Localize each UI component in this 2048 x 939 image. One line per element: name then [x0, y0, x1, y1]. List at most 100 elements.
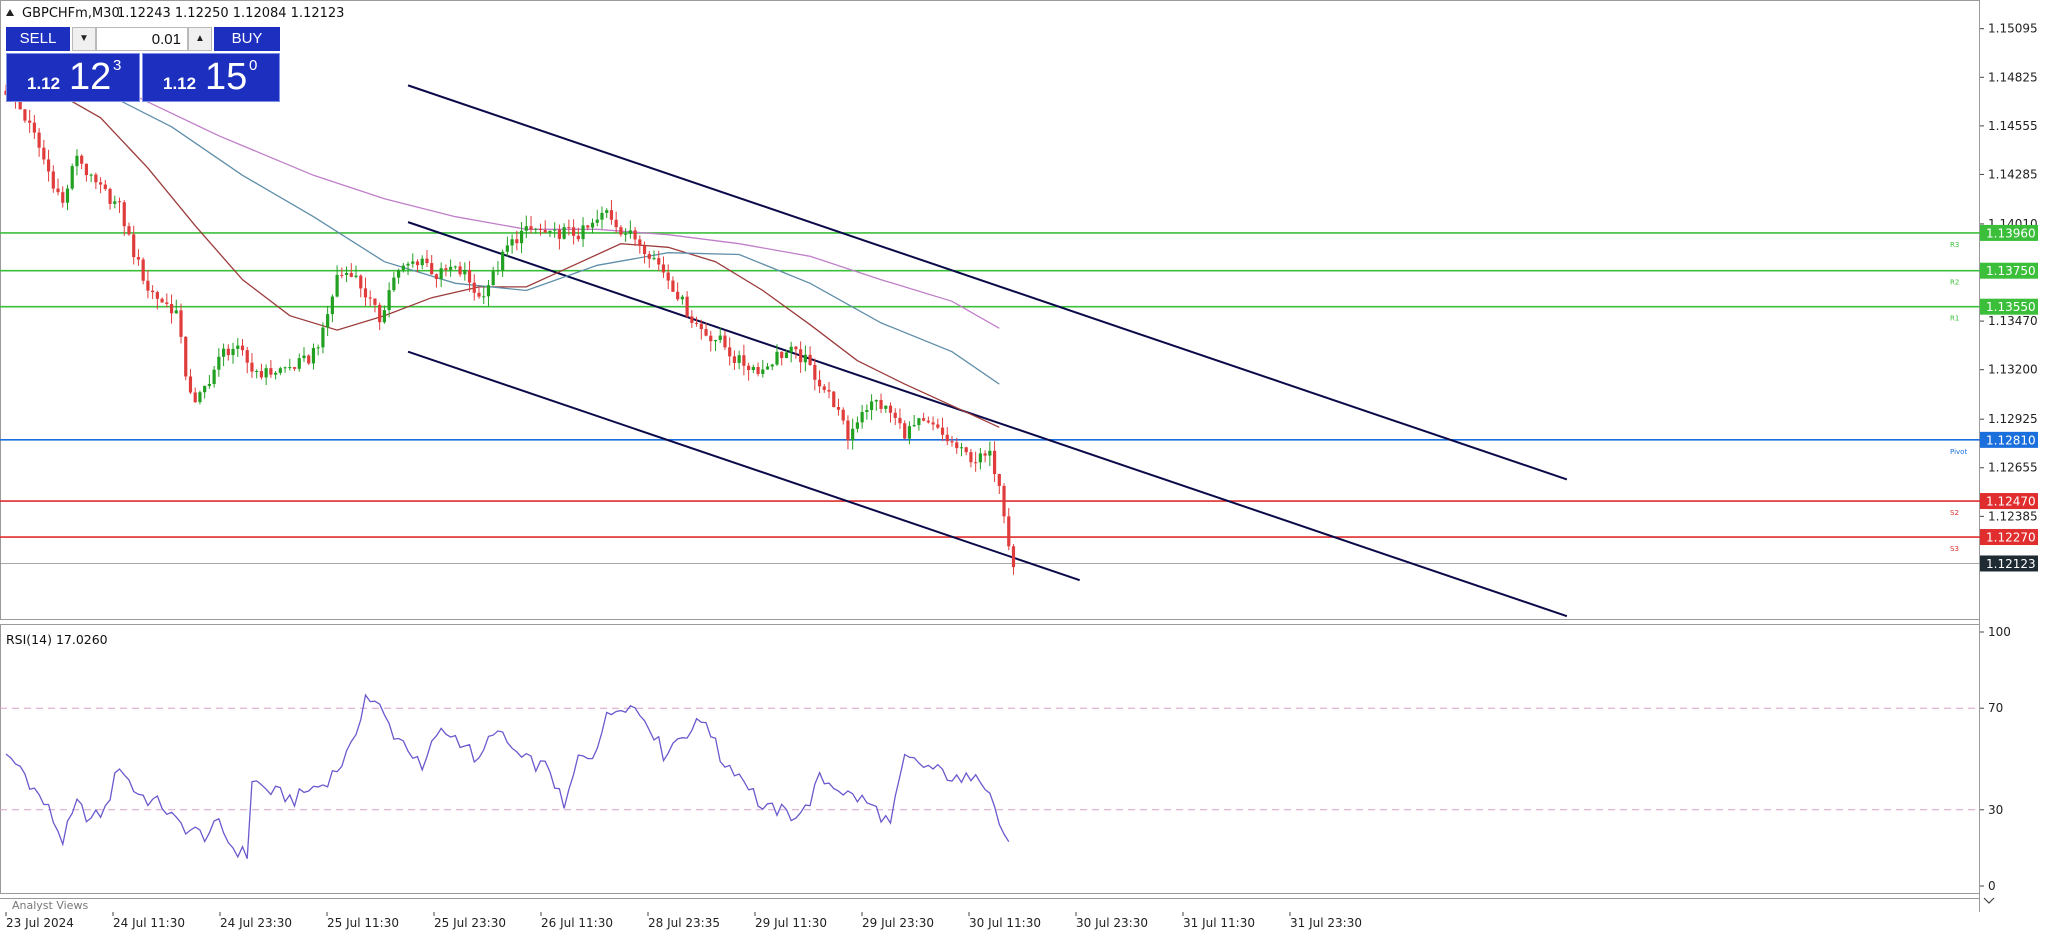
- candle-body-207: [983, 453, 987, 456]
- rsi-pane-border: [0, 624, 1980, 894]
- candle-body-14: [70, 166, 74, 189]
- candle-body-144: [685, 296, 689, 317]
- chart-canvas[interactable]: R3 R2 R1 Pivot S2 S3 1.15095 1.14825 1.14555 1.1…: [0, 0, 2048, 934]
- candle-body-88: [420, 258, 424, 266]
- candle-body-114: [543, 230, 547, 233]
- candle-body-49: [236, 345, 240, 349]
- candle-body-125: [595, 219, 599, 223]
- rsi-tick-label-2: 30: [1988, 803, 2003, 817]
- candle-body-12: [61, 192, 65, 203]
- candle-body-192: [912, 425, 916, 427]
- candle-body-20: [99, 182, 103, 185]
- candle-body-160: [761, 369, 765, 374]
- buy-button[interactable]: BUY: [214, 27, 280, 51]
- candle-body-5: [28, 120, 32, 123]
- candle-body-191: [907, 426, 912, 439]
- candle-body-136: [647, 254, 651, 259]
- candle-body-141: [671, 280, 675, 292]
- time-tick-label-9: 30 Jul 11:30: [969, 916, 1041, 930]
- candle-body-110: [524, 226, 528, 231]
- candle-body-74: [354, 275, 358, 277]
- candle-body-115: [548, 230, 552, 233]
- candle-body-109: [519, 230, 524, 244]
- time-tick-label-1: 24 Jul 11:30: [113, 916, 185, 930]
- candle-body-196: [931, 422, 935, 425]
- candle-body-16: [80, 155, 84, 164]
- sell-price-big: 12: [69, 56, 112, 98]
- candle-body-54: [259, 370, 264, 378]
- candle-body-95: [453, 266, 457, 268]
- candle-body-36: [174, 310, 178, 314]
- candle-body-52: [250, 362, 254, 372]
- candle-body-21: [103, 184, 107, 189]
- candle-body-175: [832, 391, 836, 408]
- collapse-triangle-icon[interactable]: [6, 9, 14, 16]
- candle-body-28: [136, 257, 141, 260]
- candle-body-133: [633, 230, 637, 240]
- candle-body-85: [406, 263, 410, 266]
- candle-body-210: [997, 474, 1001, 486]
- price-tick-label-5: 1.13470: [1988, 314, 2038, 328]
- sell-price-sup: 3: [113, 57, 122, 74]
- candle-body-66: [316, 347, 320, 349]
- sell-button[interactable]: SELL: [6, 27, 70, 51]
- candle-body-43: [207, 383, 211, 386]
- candle-body-38: [184, 336, 188, 377]
- candle-body-64: [307, 355, 311, 364]
- candle-body-80: [382, 310, 386, 323]
- price-tick-label-2: 1.14555: [1988, 119, 2038, 133]
- candle-body-126: [600, 212, 604, 220]
- time-tick-label-8: 29 Jul 23:30: [862, 916, 934, 930]
- candle-body-113: [538, 228, 543, 231]
- candle-body-65: [311, 347, 316, 364]
- candle-body-112: [534, 228, 538, 230]
- lot-size-input[interactable]: [96, 27, 188, 51]
- candle-body-209: [992, 450, 997, 475]
- candle-body-166: [789, 346, 793, 353]
- candle-body-10: [51, 171, 55, 189]
- candle-body-19: [94, 174, 98, 183]
- time-tick-label-6: 28 Jul 23:35: [648, 916, 720, 930]
- sell-price-box[interactable]: 1.12 12 3: [6, 53, 140, 102]
- candle-body-189: [898, 417, 902, 424]
- candle-body-3: [18, 101, 22, 110]
- candle-body-76: [363, 288, 368, 298]
- scroll-chevron-icon[interactable]: [1983, 897, 1995, 904]
- candle-body-162: [770, 364, 774, 367]
- candle-body-41: [198, 392, 202, 403]
- candle-body-96: [458, 266, 462, 275]
- candle-body-18: [89, 174, 93, 176]
- candle-body-106: [505, 245, 509, 252]
- level-tag-5: S3: [1950, 545, 1959, 553]
- price-tick-label-8: 1.12655: [1988, 461, 2038, 475]
- channel-line-2: [407, 350, 1081, 582]
- candle-body-200: [950, 441, 954, 443]
- candle-body-84: [401, 265, 405, 271]
- candle-body-129: [614, 219, 618, 228]
- candle-body-197: [936, 424, 940, 428]
- candle-body-25: [122, 202, 126, 227]
- analyst-views-label: Analyst Views: [12, 899, 88, 912]
- time-tick-label-4: 25 Jul 23:30: [434, 916, 506, 930]
- price-tick-label-6: 1.13200: [1988, 363, 2038, 377]
- candle-body-123: [586, 225, 590, 228]
- candle-body-208: [988, 450, 992, 456]
- candle-body-9: [46, 159, 51, 172]
- candle-body-77: [368, 297, 372, 299]
- candle-body-181: [860, 411, 864, 423]
- buy-price-box[interactable]: 1.12 15 0: [142, 53, 280, 102]
- candle-body-205: [974, 462, 978, 464]
- candle-body-206: [978, 453, 982, 463]
- lot-decrease-button[interactable]: ▼: [72, 27, 96, 51]
- candle-body-150: [713, 339, 718, 342]
- candle-body-82: [392, 277, 396, 291]
- buy-price-sup: 0: [249, 57, 258, 74]
- lot-increase-button[interactable]: ▲: [188, 27, 212, 51]
- time-tick-label-5: 26 Jul 11:30: [541, 916, 613, 930]
- candle-body-55: [264, 368, 268, 378]
- candle-body-137: [652, 258, 656, 260]
- candle-body-97: [463, 270, 467, 275]
- candle-body-164: [780, 351, 784, 358]
- level-label-6: 1.12123: [1986, 557, 2036, 571]
- candle-body-63: [302, 355, 306, 359]
